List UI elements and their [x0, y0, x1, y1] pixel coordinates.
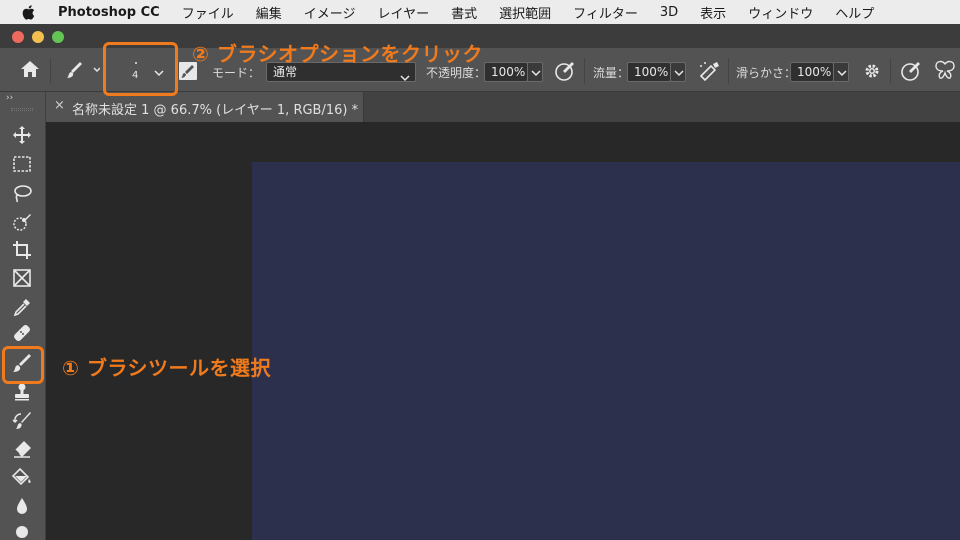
menu-help[interactable]: ヘルプ	[835, 3, 874, 22]
menu-file[interactable]: ファイル	[182, 3, 234, 22]
flow-slider-toggle[interactable]	[670, 62, 686, 82]
opacity-input[interactable]: 100%	[484, 62, 528, 82]
flow-value: 100%	[634, 65, 669, 79]
eyedropper-icon[interactable]	[8, 294, 36, 320]
paint-bucket-icon[interactable]	[8, 464, 36, 490]
crop-icon[interactable]	[8, 237, 36, 263]
blur-icon[interactable]	[8, 493, 36, 519]
history-brush-icon[interactable]	[8, 408, 36, 434]
menu-bar: Photoshop CC ファイル 編集 イメージ レイヤー 書式 選択範囲 フ…	[0, 0, 960, 24]
lasso-icon[interactable]	[8, 180, 36, 206]
gear-icon[interactable]	[862, 61, 882, 84]
menu-image[interactable]: イメージ	[304, 3, 356, 22]
brush-options-highlight	[103, 42, 178, 96]
menu-app-name[interactable]: Photoshop CC	[58, 5, 160, 20]
symmetry-butterfly-icon[interactable]	[934, 60, 956, 83]
frame-icon[interactable]	[8, 265, 36, 291]
chevron-down-icon	[531, 70, 541, 77]
chevron-down-icon	[837, 70, 847, 77]
move-icon[interactable]	[8, 122, 36, 148]
eraser-icon[interactable]	[8, 436, 36, 462]
document-tab-bar: × 名称未設定 1 @ 66.7% (レイヤー 1, RGB/16) *	[46, 92, 960, 122]
document-canvas[interactable]	[252, 162, 960, 540]
marquee-icon[interactable]	[8, 151, 36, 177]
zoom-window-button[interactable]	[52, 31, 64, 43]
chevron-down-icon	[674, 70, 684, 77]
minimize-window-button[interactable]	[32, 31, 44, 43]
collapse-panel-icon[interactable]: ››	[6, 93, 13, 103]
tools-panel: ››	[0, 92, 46, 540]
quick-select-icon[interactable]	[8, 209, 36, 235]
airbrush-icon[interactable]	[697, 60, 721, 85]
close-window-button[interactable]	[12, 31, 24, 43]
dodge-icon[interactable]	[8, 520, 36, 540]
smoothing-slider-toggle[interactable]	[833, 62, 849, 82]
apple-icon[interactable]	[22, 4, 36, 20]
menu-filter[interactable]: フィルター	[573, 3, 638, 22]
opacity-slider-toggle[interactable]	[527, 62, 543, 82]
menu-layer[interactable]: レイヤー	[377, 3, 429, 22]
smoothing-value: 100%	[797, 65, 832, 79]
menu-window[interactable]: ウィンドウ	[748, 3, 813, 22]
step2-annotation: ② ブラシオプションをクリック	[192, 42, 483, 66]
menu-view[interactable]: 表示	[700, 3, 726, 22]
document-tab[interactable]: × 名称未設定 1 @ 66.7% (レイヤー 1, RGB/16) *	[46, 92, 364, 122]
divider	[728, 58, 729, 84]
close-tab-icon[interactable]: ×	[54, 98, 65, 113]
panel-grip[interactable]	[11, 108, 33, 111]
menu-3d[interactable]: 3D	[660, 5, 678, 20]
smoothing-input[interactable]: 100%	[790, 62, 834, 82]
chevron-down-icon	[400, 69, 410, 87]
menu-edit[interactable]: 編集	[256, 3, 282, 22]
document-tab-title: 名称未設定 1 @ 66.7% (レイヤー 1, RGB/16) *	[72, 103, 359, 118]
flow-label: 流量：	[593, 66, 630, 80]
healing-icon[interactable]	[8, 320, 36, 346]
mode-value: 通常	[273, 65, 298, 79]
document-workspace[interactable]	[46, 122, 960, 540]
divider	[50, 58, 51, 84]
divider	[890, 58, 891, 84]
divider	[584, 58, 585, 84]
flow-input[interactable]: 100%	[627, 62, 671, 82]
menu-type[interactable]: 書式	[451, 3, 477, 22]
home-icon[interactable]	[20, 60, 40, 81]
pressure-size-icon[interactable]	[900, 60, 922, 85]
pressure-opacity-icon[interactable]	[554, 60, 576, 85]
opacity-value: 100%	[491, 65, 526, 79]
step1-annotation: ① ブラシツールを選択	[62, 356, 271, 380]
smoothing-label: 滑らかさ：	[736, 66, 797, 80]
tool-preset-brush-icon[interactable]	[66, 60, 101, 83]
menu-select[interactable]: 選択範囲	[499, 3, 551, 22]
brush-tool-highlight	[2, 346, 44, 384]
